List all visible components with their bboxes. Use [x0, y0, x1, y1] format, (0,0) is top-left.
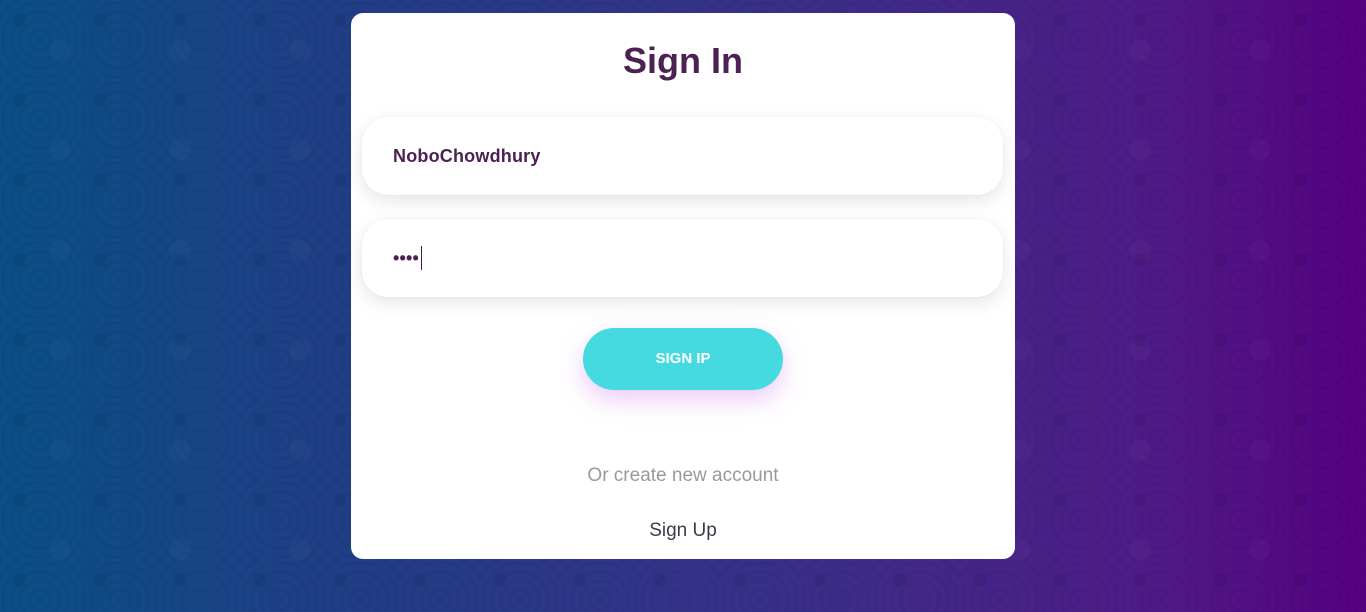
create-account-hint: Or create new account	[587, 465, 779, 486]
sign-in-button[interactable]: SIGN IP	[583, 328, 783, 390]
sign-up-link-container: Sign Up	[351, 520, 1015, 542]
password-field[interactable]: ••••	[362, 219, 1003, 297]
username-field[interactable]: NoboChowdhury	[362, 117, 1003, 195]
text-caret	[421, 246, 423, 270]
username-value: NoboChowdhury	[393, 145, 541, 166]
sign-in-card: Sign In NoboChowdhury •••• SIGN IP Or cr…	[351, 13, 1015, 559]
password-value: ••••	[393, 247, 420, 268]
page-title: Sign In	[623, 40, 743, 81]
sign-up-link[interactable]: Sign Up	[649, 520, 717, 541]
